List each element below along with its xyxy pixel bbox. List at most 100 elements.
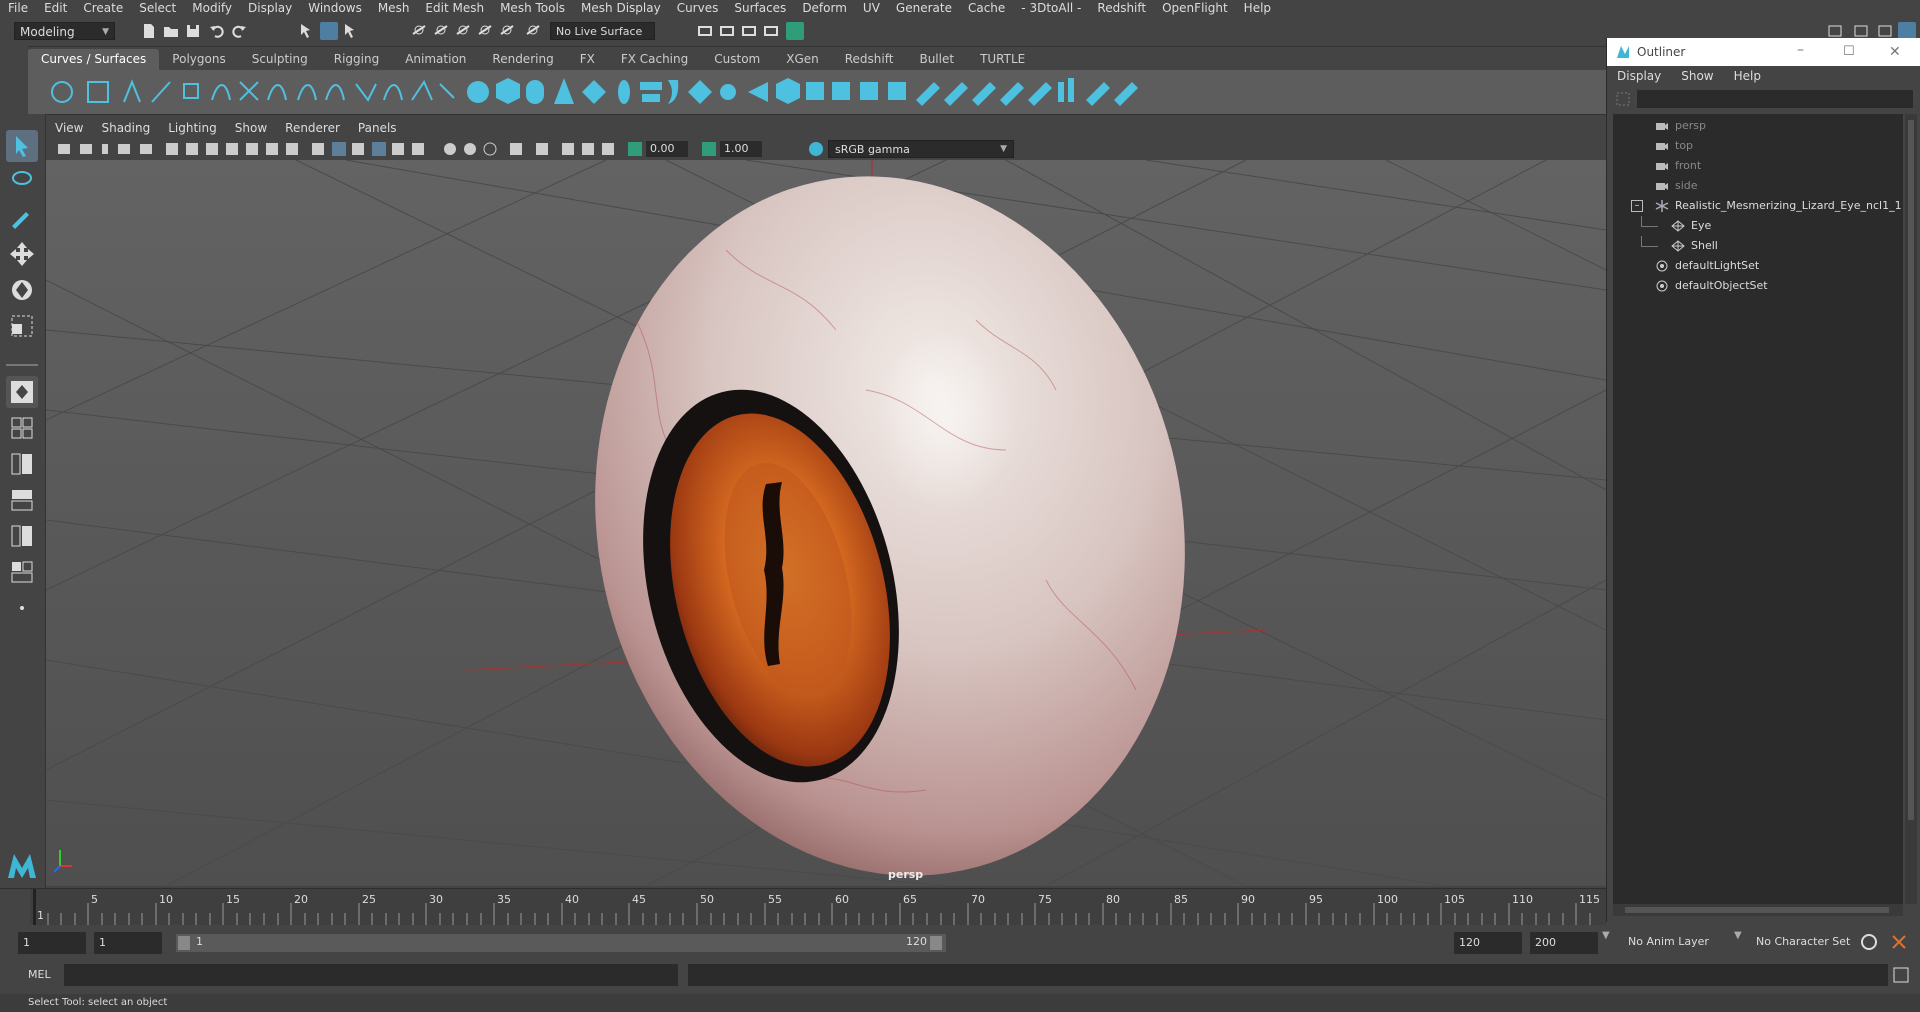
tab-polygons[interactable]: Polygons bbox=[159, 49, 238, 70]
menu-curves[interactable]: Curves bbox=[669, 0, 727, 17]
menu-create[interactable]: Create bbox=[75, 0, 131, 17]
tab-custom[interactable]: Custom bbox=[701, 49, 773, 70]
time-slider[interactable]: 1 5 10 15 20 25 30 35 40 45 50 55 60 65 70 75 80 85 90 95 10… bbox=[0, 888, 1606, 925]
shelf-options[interactable] bbox=[0, 46, 28, 114]
viewport-menu-renderer[interactable]: Renderer bbox=[276, 121, 349, 135]
exposure-field[interactable]: 0.00 bbox=[646, 141, 688, 157]
gamma-field[interactable]: 1.00 bbox=[720, 141, 762, 157]
viewport-menu-lighting[interactable]: Lighting bbox=[159, 121, 226, 135]
persp-hypershade-layout[interactable] bbox=[6, 520, 38, 552]
tab-rigging[interactable]: Rigging bbox=[321, 49, 392, 70]
persp-outliner-layout[interactable] bbox=[6, 448, 38, 480]
move-tool[interactable] bbox=[6, 238, 38, 270]
minimize-icon[interactable]: – bbox=[1797, 36, 1804, 64]
character-set-chevron-icon[interactable]: ▼ bbox=[1734, 930, 1742, 941]
menu-windows[interactable]: Windows bbox=[300, 0, 370, 17]
time-ruler[interactable]: 1 5 10 15 20 25 30 35 40 45 50 55 60 65 70 75 80 85 90 95 10… bbox=[30, 889, 1606, 925]
persp-graph-layout[interactable] bbox=[6, 484, 38, 516]
menu-edit-mesh[interactable]: Edit Mesh bbox=[417, 0, 492, 17]
close-icon[interactable]: ✕ bbox=[1889, 38, 1901, 66]
redo-icon[interactable] bbox=[230, 22, 248, 40]
menu-help[interactable]: Help bbox=[1236, 0, 1279, 17]
outliner-item[interactable]: Eye bbox=[1613, 216, 1903, 236]
character-set-select[interactable]: No Character Set bbox=[1756, 935, 1850, 948]
undo-icon[interactable] bbox=[208, 22, 226, 40]
new-scene-icon[interactable] bbox=[140, 22, 158, 40]
color-management-icon[interactable] bbox=[808, 141, 824, 157]
outliner-item[interactable]: Shell bbox=[1613, 236, 1903, 256]
menu-modify[interactable]: Modify bbox=[184, 0, 240, 17]
outliner-item[interactable]: defaultObjectSet bbox=[1613, 276, 1903, 296]
render-view-icon[interactable] bbox=[740, 22, 758, 40]
render-settings-icon[interactable] bbox=[762, 22, 780, 40]
snap-point-icon[interactable] bbox=[454, 22, 472, 40]
anim-layer-chevron-icon[interactable]: ▼ bbox=[1602, 930, 1610, 941]
collapse-toggle-icon[interactable]: – bbox=[1631, 200, 1643, 212]
menu-edit[interactable]: Edit bbox=[36, 0, 75, 17]
tab-fx[interactable]: FX bbox=[567, 49, 608, 70]
outliner-item[interactable]: side bbox=[1613, 176, 1903, 196]
paint-select-tool[interactable] bbox=[6, 202, 38, 234]
current-frame-marker[interactable] bbox=[33, 889, 36, 925]
menu-file[interactable]: File bbox=[0, 0, 36, 17]
outliner-scrollbar[interactable] bbox=[1905, 114, 1917, 904]
tab-bullet[interactable]: Bullet bbox=[906, 49, 967, 70]
tab-redshift[interactable]: Redshift bbox=[832, 49, 907, 70]
view-transform-select[interactable]: sRGB gamma ▼ bbox=[828, 140, 1014, 158]
select-hierarchy-icon[interactable] bbox=[298, 22, 316, 40]
range-slider[interactable]: 1 120 bbox=[176, 934, 946, 952]
tab-sculpting[interactable]: Sculpting bbox=[239, 49, 321, 70]
select-tool[interactable] bbox=[6, 130, 38, 162]
more-layouts-button[interactable] bbox=[6, 592, 38, 624]
hscrollbar-thumb[interactable] bbox=[1625, 907, 1889, 913]
menu-mesh[interactable]: Mesh bbox=[370, 0, 418, 17]
end-time-field[interactable]: 200 bbox=[1530, 932, 1598, 954]
save-scene-icon[interactable] bbox=[184, 22, 202, 40]
auto-key-icon[interactable] bbox=[1860, 933, 1878, 951]
perspective-viewport[interactable]: persp bbox=[46, 160, 1606, 886]
menu-display[interactable]: Display bbox=[240, 0, 300, 17]
menu-mesh-display[interactable]: Mesh Display bbox=[573, 0, 669, 17]
viewport-menu-view[interactable]: View bbox=[46, 121, 92, 135]
menu-uv[interactable]: UV bbox=[855, 0, 888, 17]
anim-layer-select[interactable]: No Anim Layer bbox=[1628, 935, 1709, 948]
snap-grid-icon[interactable] bbox=[410, 22, 428, 40]
outliner-item[interactable]: top bbox=[1613, 136, 1903, 156]
rotate-tool[interactable] bbox=[6, 274, 38, 306]
persp-uv-layout[interactable] bbox=[6, 556, 38, 588]
snap-surface-icon[interactable] bbox=[498, 22, 516, 40]
script-language-label[interactable]: MEL bbox=[28, 968, 51, 981]
render-frame-icon[interactable] bbox=[696, 22, 714, 40]
outliner-item[interactable]: front bbox=[1613, 156, 1903, 176]
outliner-item[interactable]: defaultLightSet bbox=[1613, 256, 1903, 276]
viewport-menu-show[interactable]: Show bbox=[226, 121, 276, 135]
outliner-item[interactable]: persp bbox=[1613, 116, 1903, 136]
viewport-menu-shading[interactable]: Shading bbox=[92, 121, 159, 135]
four-view-layout[interactable] bbox=[6, 412, 38, 444]
animation-prefs-icon[interactable] bbox=[1890, 933, 1908, 951]
tab-curves-surfaces[interactable]: Curves / Surfaces bbox=[28, 49, 160, 70]
outliner-menu-show[interactable]: Show bbox=[1671, 69, 1723, 83]
hypershade-icon[interactable] bbox=[786, 22, 804, 40]
menu-3dtoall[interactable]: - 3DtoAll - bbox=[1013, 0, 1089, 17]
outliner-menu-display[interactable]: Display bbox=[1607, 69, 1671, 83]
scale-tool[interactable] bbox=[6, 310, 38, 342]
filter-icon[interactable] bbox=[1615, 91, 1631, 107]
script-editor-icon[interactable] bbox=[1892, 966, 1910, 984]
command-input[interactable] bbox=[64, 964, 678, 986]
scrollbar-thumb[interactable] bbox=[1908, 120, 1914, 820]
open-scene-icon[interactable] bbox=[162, 22, 180, 40]
menu-generate[interactable]: Generate bbox=[888, 0, 960, 17]
menu-set-selector[interactable]: Modeling ▼ bbox=[14, 22, 115, 40]
snap-view-icon[interactable] bbox=[476, 22, 494, 40]
select-component-icon[interactable] bbox=[342, 22, 360, 40]
outliner-search-input[interactable] bbox=[1637, 90, 1913, 108]
outliner-menu-help[interactable]: Help bbox=[1724, 69, 1771, 83]
lasso-tool[interactable] bbox=[6, 166, 38, 198]
snap-curve-icon[interactable] bbox=[432, 22, 450, 40]
single-perspective-layout[interactable] bbox=[6, 376, 38, 408]
menu-deform[interactable]: Deform bbox=[794, 0, 855, 17]
range-start-handle[interactable] bbox=[178, 936, 190, 950]
outliner-item[interactable]: – Realistic_Mesmerizing_Lizard_Eye_ncl1_1 bbox=[1613, 196, 1903, 216]
menu-redshift[interactable]: Redshift bbox=[1089, 0, 1154, 17]
